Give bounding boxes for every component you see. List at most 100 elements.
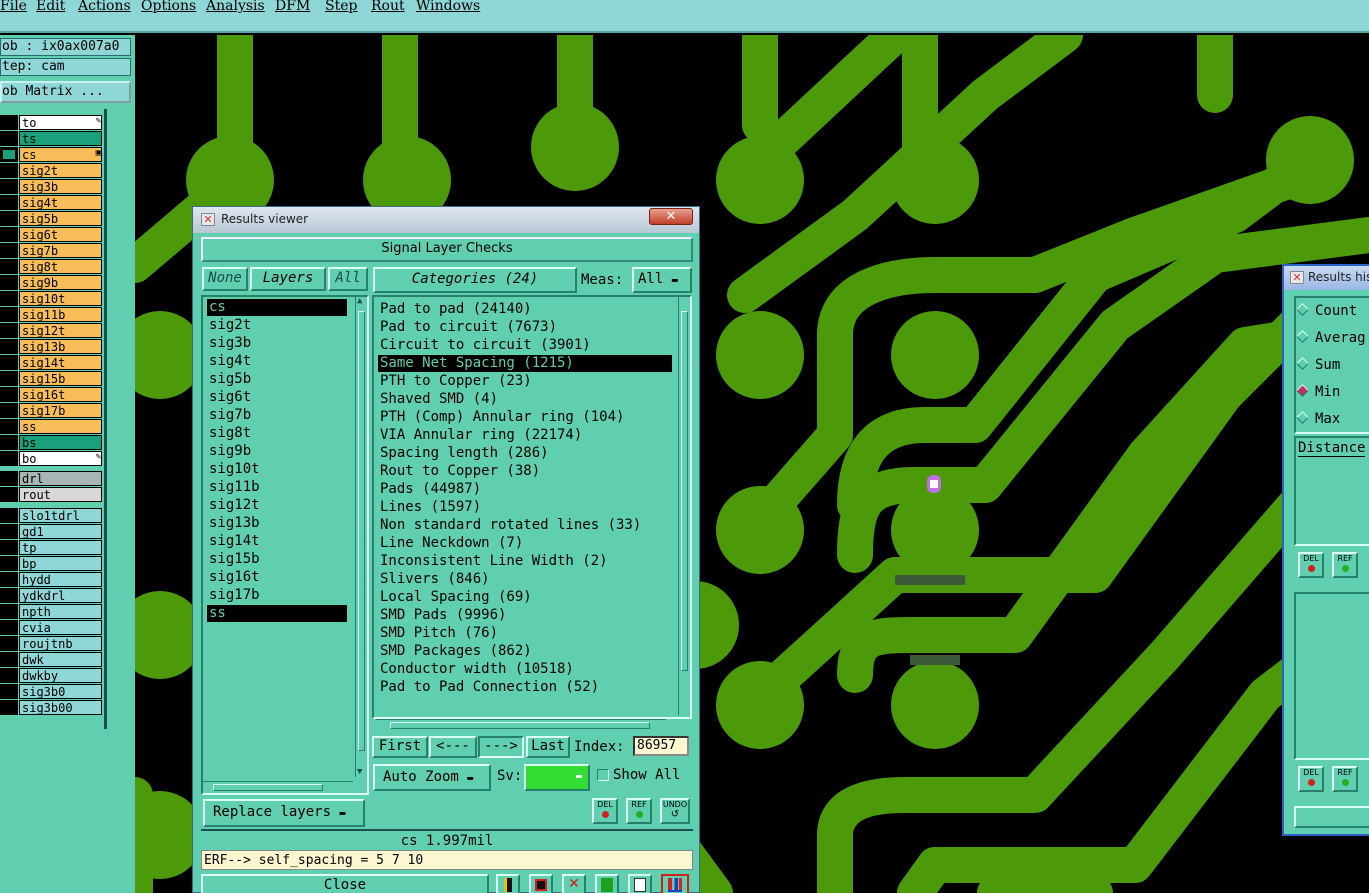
layer-state-cell[interactable] (0, 620, 18, 635)
category-list-item[interactable]: Same Net Spacing (1215) (378, 355, 672, 372)
categories-listbox[interactable]: Pad to pad (24140) Pad to circuit (7673) C… (372, 295, 692, 731)
layer-name[interactable]: sig6t (19, 227, 102, 242)
layer-row-sig8t[interactable]: sig8t (0, 259, 103, 274)
layer-state-cell[interactable] (0, 668, 18, 683)
layer-name[interactable]: sig16t (19, 387, 102, 402)
job-matrix-button[interactable]: ob Matrix ... (0, 81, 131, 103)
category-list-item[interactable]: Pads (44987) (378, 481, 481, 498)
layer-state-cell[interactable] (0, 700, 18, 715)
layer-state-cell[interactable] (0, 227, 18, 242)
layer-row-hydd[interactable]: hydd (0, 572, 103, 587)
layer-row-ydkdrl[interactable]: ydkdrl (0, 588, 103, 603)
category-list-item[interactable]: VIA Annular ring (22174) (378, 427, 582, 444)
category-list-item[interactable]: Lines (1597) (378, 499, 481, 516)
del-button[interactable]: DEL (592, 798, 618, 824)
layer-row-cvia[interactable]: cvia (0, 620, 103, 635)
layer-name[interactable]: bo (19, 451, 102, 466)
layer-state-cell[interactable] (0, 211, 18, 226)
layer-name[interactable]: gd1 (19, 524, 102, 539)
layer-row-bp[interactable]: bp (0, 556, 103, 571)
layer-name[interactable]: npth (19, 604, 102, 619)
all-button[interactable]: All (328, 267, 368, 291)
layer-name[interactable]: sig2t (19, 163, 102, 178)
layer-state-cell[interactable] (0, 588, 18, 603)
radio-max[interactable]: Max (1296, 411, 1340, 427)
layer-state-cell[interactable] (0, 307, 18, 322)
distance-field-list[interactable]: Distance (1294, 436, 1369, 546)
layer-row-sig2t[interactable]: sig2t (0, 163, 103, 178)
layer-row-sig3b00[interactable]: sig3b00 (0, 700, 103, 715)
layer-state-cell[interactable] (0, 291, 18, 306)
categories-hscrollbar[interactable] (376, 719, 666, 731)
layer-name[interactable]: sig8t (19, 259, 102, 274)
menu-file[interactable]: File (0, 0, 27, 14)
index-field[interactable]: 86957 (633, 736, 689, 756)
layer-list-item[interactable]: sig4t (207, 353, 347, 370)
category-list-item[interactable]: Rout to Copper (38) (378, 463, 540, 480)
layer-state-cell[interactable] (0, 163, 18, 178)
layer-row-sig15b[interactable]: sig15b (0, 371, 103, 386)
layer-name[interactable]: dwk (19, 652, 102, 667)
del-button-2[interactable]: DEL (1298, 766, 1324, 792)
no-ref-icon[interactable]: ✕ (562, 874, 586, 893)
layer-row-sig13b[interactable]: sig13b (0, 339, 103, 354)
layers-vscrollbar[interactable]: ▲ ▼ (355, 297, 367, 777)
menu-step[interactable]: Step (325, 0, 357, 14)
layer-name[interactable]: dwkby (19, 668, 102, 683)
layer-list-item[interactable]: sig12t (207, 497, 347, 514)
layer-state-cell[interactable] (0, 403, 18, 418)
layer-state-cell[interactable] (0, 371, 18, 386)
layer-name[interactable]: tp (19, 540, 102, 555)
layer-list-item[interactable]: sig13b (207, 515, 347, 532)
layer-list-item[interactable]: sig15b (207, 551, 347, 568)
layer-row-sig5b[interactable]: sig5b (0, 211, 103, 226)
layer-state-cell[interactable] (0, 195, 18, 210)
close-button[interactable]: Close (201, 874, 489, 893)
category-list-item[interactable]: Shaved SMD (4) (378, 391, 498, 408)
prev-button[interactable]: <--- (429, 736, 477, 758)
layer-list-item[interactable]: sig17b (207, 587, 347, 604)
layer-row-sig11b[interactable]: sig11b (0, 307, 103, 322)
category-list-item[interactable]: Pad to pad (24140) (378, 301, 532, 318)
layer-row-rout[interactable]: rout (0, 487, 103, 502)
replace-layers-dropdown[interactable]: Replace layers ▬ (203, 799, 365, 827)
layer-list-item[interactable]: sig14t (207, 533, 347, 550)
layer-state-cell[interactable] (0, 636, 18, 651)
ruler-icon[interactable] (496, 874, 520, 893)
layer-name[interactable]: rout (19, 487, 102, 502)
layer-name[interactable]: sig12t (19, 323, 102, 338)
layer-state-cell[interactable] (0, 540, 18, 555)
layer-state-cell[interactable] (0, 355, 18, 370)
layer-list-item[interactable]: sig7b (207, 407, 347, 424)
layer-row-sig7b[interactable]: sig7b (0, 243, 103, 258)
radio-count[interactable]: Count (1296, 303, 1357, 319)
layer-row-sig10t[interactable]: sig10t (0, 291, 103, 306)
layer-state-cell[interactable] (0, 179, 18, 194)
layers-listbox[interactable]: cs sig2t sig3b sig4t sig5b sig6t sig7b sig8t sig… (201, 295, 369, 795)
layer-row-bs[interactable]: bs (0, 435, 103, 450)
layer-list-item[interactable]: sig11b (207, 479, 347, 496)
layer-name[interactable]: sig17b (19, 403, 102, 418)
layer-row-dwk[interactable]: dwk (0, 652, 103, 667)
layer-name[interactable]: sig10t (19, 291, 102, 306)
layer-name[interactable]: sig7b (19, 243, 102, 258)
menu-dfm[interactable]: DFM (275, 0, 310, 14)
layer-state-cell[interactable] (0, 604, 18, 619)
results-viewer-titlebar[interactable]: ✕ Results viewer ✕ (193, 207, 699, 233)
layer-name[interactable]: hydd (19, 572, 102, 587)
layer-state-cell[interactable] (0, 259, 18, 274)
category-list-item[interactable]: SMD Pads (9996) (378, 607, 506, 624)
layer-name[interactable]: cvia (19, 620, 102, 635)
layer-list-item[interactable]: sig6t (207, 389, 347, 406)
layers-button[interactable]: Layers (250, 267, 326, 291)
layer-name[interactable]: sig3b (19, 179, 102, 194)
layer-row-sig12t[interactable]: sig12t (0, 323, 103, 338)
layer-name[interactable]: sig9b (19, 275, 102, 290)
layers-hscrollbar[interactable] (203, 781, 353, 793)
radio-sum[interactable]: Sum (1296, 357, 1340, 373)
layer-row-ss[interactable]: ss (0, 419, 103, 434)
layer-row-sig9b[interactable]: sig9b (0, 275, 103, 290)
layer-state-cell[interactable] (0, 131, 18, 146)
category-list-item[interactable]: Circuit to circuit (3901) (378, 337, 591, 354)
layer-row-drl[interactable]: drl (0, 471, 103, 486)
